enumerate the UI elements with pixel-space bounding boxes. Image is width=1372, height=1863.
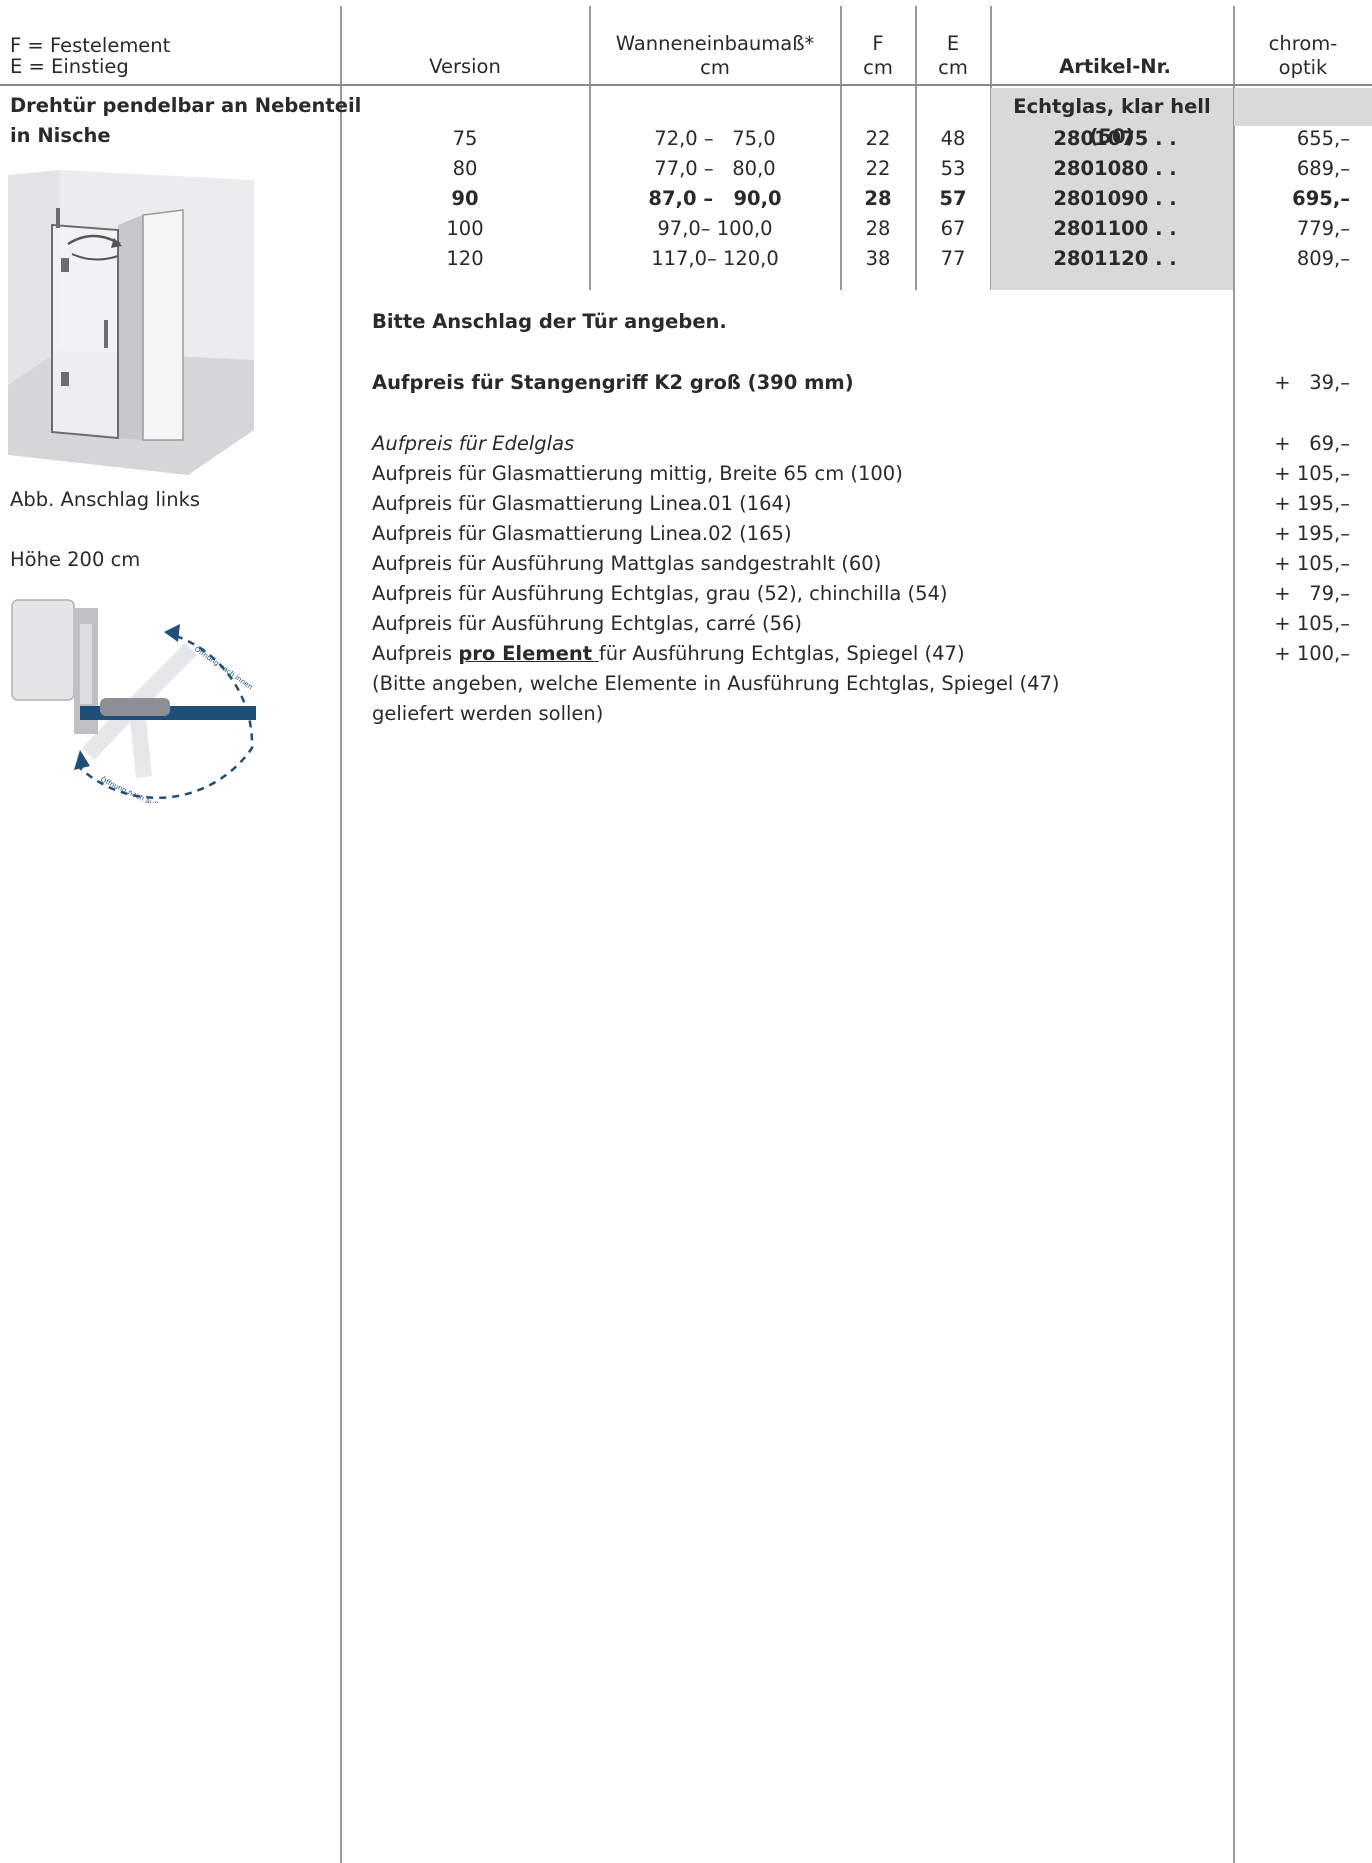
surcharge-text: Aufpreis für Glasmattierung Linea.01 (16…	[372, 492, 792, 515]
surcharge-text: Aufpreis für Edelglas	[372, 432, 575, 455]
cell-version: 90	[451, 187, 479, 210]
header-wanne: Wanneneinbaumaß* cm	[595, 32, 835, 80]
cell-artikel: 2801120 . .	[1053, 247, 1177, 270]
hinge-swing-illustration: Öffnung nach innen Öffnung nach außen	[11, 599, 256, 803]
cell-version: 100	[446, 217, 484, 240]
header-f-label: F	[872, 32, 884, 55]
header-rule	[0, 84, 1372, 86]
legend-einstieg: E = Einstieg	[10, 55, 129, 78]
cell-version: 80	[452, 157, 478, 180]
legend-festelement: F = Festelement	[10, 34, 171, 57]
product-title: Drehtür pendelbar an Nebenteil	[10, 94, 362, 117]
cell-f: 28	[864, 187, 892, 210]
cell-e: 67	[940, 217, 966, 240]
spiegel-suffix: für Ausführung Echtglas, Spiegel (47)	[598, 642, 965, 665]
cell-price: 695,–	[1292, 187, 1350, 210]
surcharge-text: Aufpreis für Ausführung Echtglas, grau (…	[372, 582, 948, 605]
height-note: Höhe 200 cm	[10, 548, 141, 571]
column-divider-right	[1233, 6, 1235, 1863]
glass-type-header: Echtglas, klar hell (50)	[1013, 95, 1211, 148]
surcharge-text: Aufpreis für Ausführung Echtglas, carré …	[372, 612, 802, 635]
header-e: E cm	[917, 32, 989, 80]
surcharge-price: + 105,–	[1274, 552, 1350, 575]
product-title-2: in Nische	[10, 124, 111, 147]
cell-f: 22	[865, 127, 891, 150]
cell-version: 75	[452, 127, 478, 150]
cell-wanne: 97,0– 100,0	[657, 217, 773, 240]
cell-wanne: 72,0 – 75,0	[654, 127, 776, 150]
header-chrom-label-2: optik	[1278, 56, 1328, 79]
cell-artikel: 2801090 . .	[1053, 187, 1177, 210]
cell-price: 809,–	[1296, 247, 1350, 270]
header-chrom: chrom- optik	[1234, 32, 1372, 80]
anschlag-note: Bitte Anschlag der Tür angeben.	[372, 310, 727, 333]
header-e-unit: cm	[938, 56, 968, 79]
cell-price: 689,–	[1296, 157, 1350, 180]
cell-e: 53	[940, 157, 966, 180]
cell-price: 779,–	[1296, 217, 1350, 240]
cell-version: 120	[446, 247, 484, 270]
column-divider-version	[589, 6, 591, 290]
spiegel-note-2: geliefert werden sollen)	[372, 702, 604, 725]
surcharge-price: + 195,–	[1274, 522, 1350, 545]
cell-e: 77	[940, 247, 966, 270]
surcharge-text: Aufpreis für Glasmattierung Linea.02 (16…	[372, 522, 792, 545]
spiegel-surcharge-price: + 100,–	[1274, 642, 1350, 665]
spiegel-note: (Bitte angeben, welche Elemente in Ausfü…	[372, 672, 1060, 695]
surcharge-text: Aufpreis für Ausführung Mattglas sandges…	[372, 552, 882, 575]
spiegel-prefix: Aufpreis	[372, 642, 459, 665]
cell-wanne: 87,0 – 90,0	[648, 187, 782, 210]
surcharge-price: + 105,–	[1274, 462, 1350, 485]
spiegel-surcharge-text: Aufpreis pro Element für Ausführung Echt…	[372, 642, 965, 665]
hinge-label-inner: Öffnung nach innen	[193, 644, 255, 691]
header-chrom-label: chrom-	[1268, 32, 1338, 55]
hinge-label-outer: Öffnung nach außen	[99, 775, 168, 803]
surcharge-price: + 69,–	[1274, 432, 1350, 455]
column-divider-left	[340, 6, 342, 1863]
header-e-label: E	[946, 32, 960, 55]
stangengriff-text: Aufpreis für Stangengriff K2 groß (390 m…	[372, 371, 854, 394]
header-f: F cm	[842, 32, 914, 80]
price-header-shade	[1234, 88, 1372, 126]
cell-e: 57	[939, 187, 967, 210]
cell-wanne: 77,0 – 80,0	[654, 157, 776, 180]
cell-f: 38	[865, 247, 891, 270]
shower-door-illustration	[8, 170, 254, 475]
surcharge-price: + 79,–	[1274, 582, 1350, 605]
illustration-caption: Abb. Anschlag links	[10, 488, 201, 511]
surcharge-price: + 195,–	[1274, 492, 1350, 515]
header-wanne-unit: cm	[700, 56, 730, 79]
header-artikel: Artikel-Nr.	[1059, 55, 1171, 78]
stangengriff-price: + 39,–	[1274, 371, 1350, 394]
cell-f: 28	[865, 217, 891, 240]
surcharge-price: + 105,–	[1274, 612, 1350, 635]
surcharge-text: Aufpreis für Glasmattierung mittig, Brei…	[372, 462, 903, 485]
cell-e: 48	[940, 127, 966, 150]
cell-artikel: 2801100 . .	[1053, 217, 1177, 240]
cell-artikel: 2801080 . .	[1053, 157, 1177, 180]
cell-artikel: 2801075 . .	[1053, 127, 1177, 150]
cell-price: 655,–	[1296, 127, 1350, 150]
cell-f: 22	[865, 157, 891, 180]
spiegel-emphasis: pro Element	[458, 642, 599, 665]
header-wanne-label: Wanneneinbaumaß*	[615, 32, 815, 55]
header-f-unit: cm	[863, 56, 893, 79]
cell-wanne: 117,0– 120,0	[651, 247, 779, 270]
header-version: Version	[429, 55, 501, 78]
